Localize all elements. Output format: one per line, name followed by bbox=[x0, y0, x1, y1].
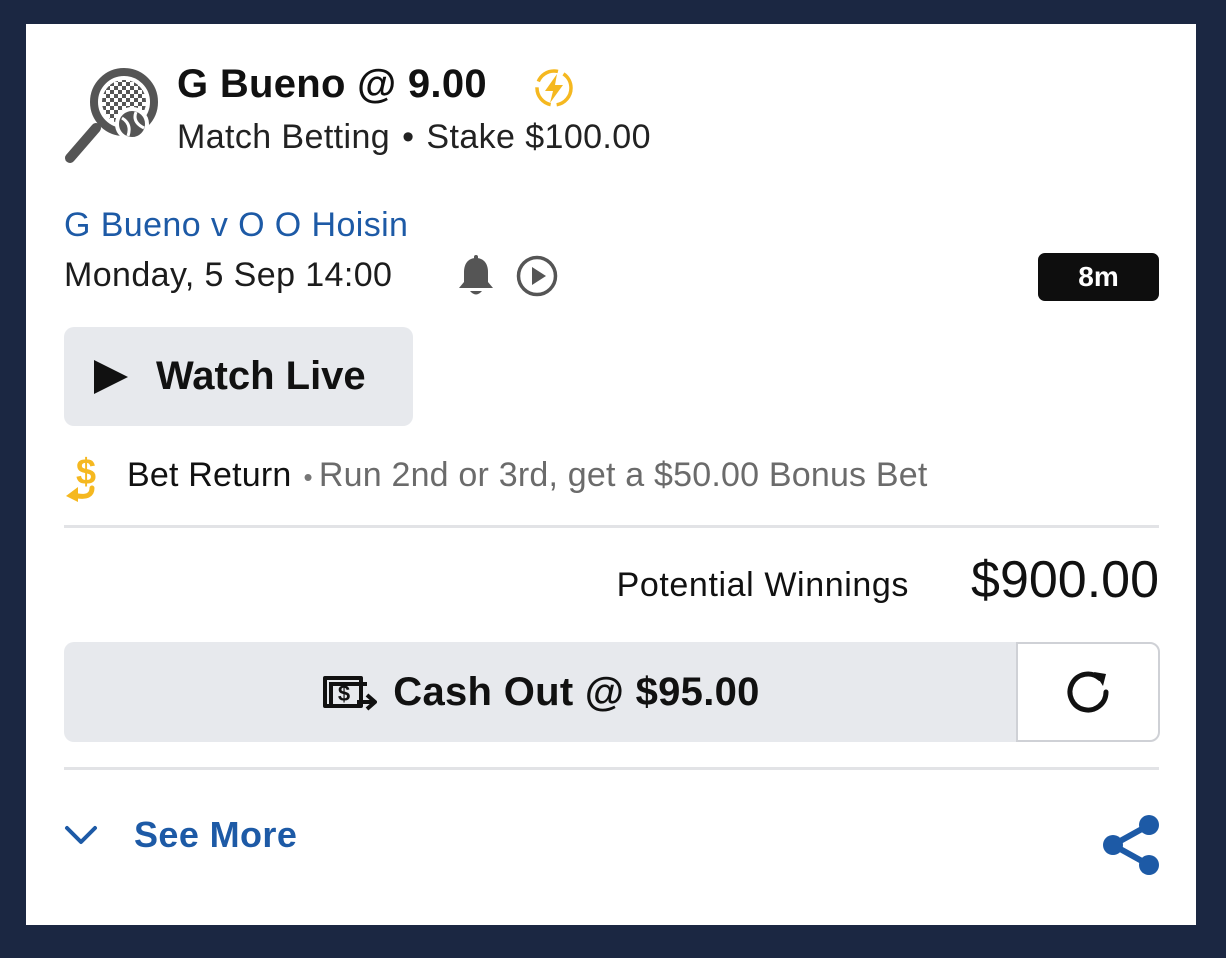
countdown-badge: 8m bbox=[1038, 253, 1159, 301]
bet-title: G Bueno @ 9.00 bbox=[177, 62, 487, 106]
tennis-racket-icon bbox=[62, 66, 162, 166]
potential-winnings-label: Potential Winnings bbox=[616, 566, 909, 604]
divider bbox=[64, 767, 1159, 770]
divider bbox=[64, 525, 1159, 528]
svg-text:$: $ bbox=[338, 681, 350, 706]
watch-live-button[interactable]: Watch Live bbox=[64, 327, 413, 426]
watch-live-label: Watch Live bbox=[156, 354, 366, 398]
separator-dot: • bbox=[402, 118, 415, 156]
cash-out-icon: $ bbox=[321, 668, 378, 716]
bet-subtitle: Match Betting • Stake $100.00 bbox=[177, 118, 651, 157]
see-more-label: See More bbox=[134, 814, 298, 855]
potential-winnings-value: $900.00 bbox=[971, 551, 1159, 609]
event-link[interactable]: G Bueno v O O Hoisin bbox=[64, 206, 408, 245]
share-icon[interactable] bbox=[1100, 812, 1162, 878]
market-label: Match Betting bbox=[177, 118, 391, 156]
play-icon bbox=[94, 359, 128, 394]
refresh-button[interactable] bbox=[1016, 642, 1160, 742]
bet-return-icon: $ bbox=[62, 451, 106, 502]
bet-card: G Bueno @ 9.00 Match Betting • Stake $100.… bbox=[26, 24, 1196, 925]
play-circle-icon[interactable] bbox=[515, 254, 559, 298]
event-datetime: Monday, 5 Sep 14:00 bbox=[64, 256, 393, 294]
chevron-down-icon bbox=[65, 826, 97, 844]
see-more-toggle[interactable]: See More bbox=[64, 814, 297, 856]
cash-out-label: Cash Out @ $95.00 bbox=[393, 669, 760, 714]
promo-name: Bet Return bbox=[127, 456, 292, 494]
refresh-icon bbox=[1067, 671, 1109, 713]
lightning-bolt-icon bbox=[532, 66, 576, 110]
bell-icon[interactable] bbox=[456, 254, 496, 298]
cash-out-button[interactable]: $ Cash Out @ $95.00 bbox=[64, 642, 1017, 742]
separator-dot: • bbox=[303, 462, 313, 492]
bet-return-promo: Bet Return • Run 2nd or 3rd, get a $50.00 … bbox=[127, 456, 928, 495]
promo-description: Run 2nd or 3rd, get a $50.00 Bonus Bet bbox=[318, 456, 928, 494]
stake-label: Stake $100.00 bbox=[426, 118, 651, 156]
